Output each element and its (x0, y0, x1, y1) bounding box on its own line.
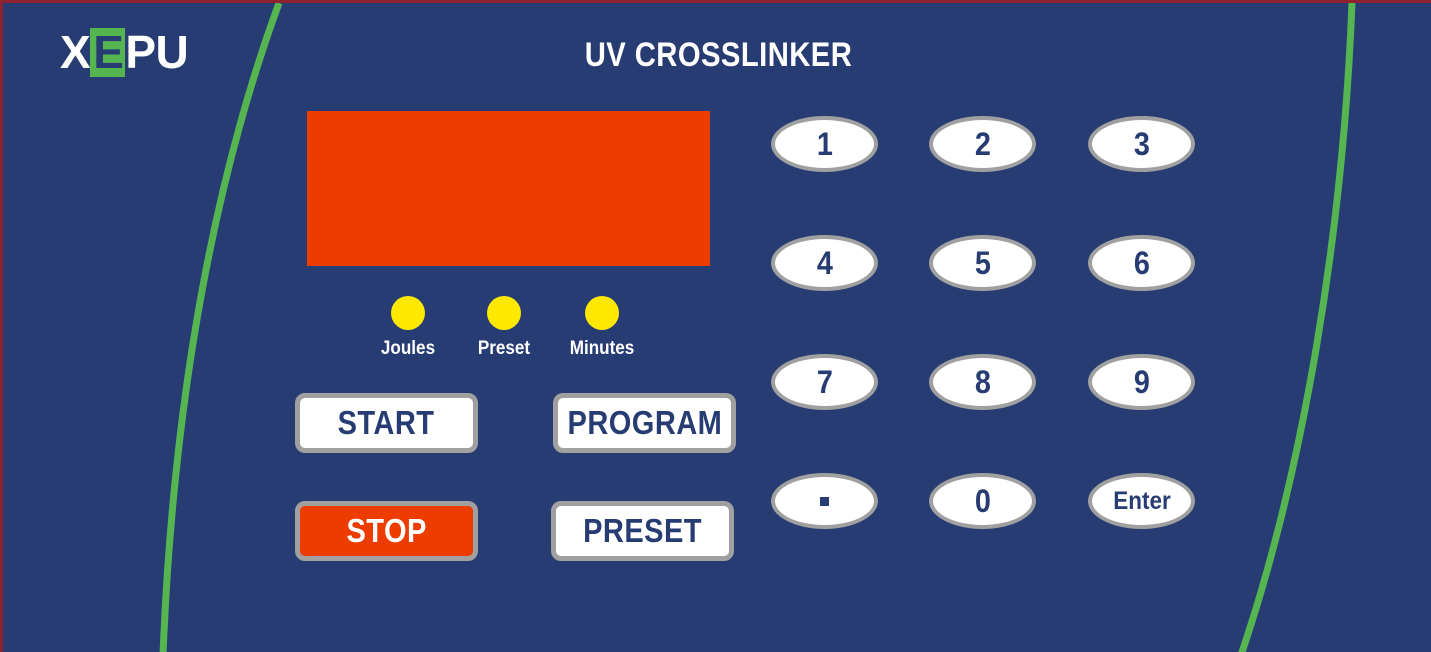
keypad-key-5[interactable]: 5 (929, 235, 1036, 291)
led-indicator-icon (487, 296, 521, 330)
uv-crosslinker-control-panel: X E PU UV CROSSLINKER Joules Preset Minute… (0, 0, 1431, 652)
green-curve-right (1238, 3, 1356, 652)
logo-text-prefix: X (60, 26, 91, 78)
keypad-key-label: 2 (974, 126, 991, 162)
start-button[interactable]: START (295, 393, 478, 453)
preset-button-label: PRESET (583, 512, 702, 549)
keypad-key-decimal[interactable] (771, 473, 878, 529)
page-title: UV CROSSLINKER (584, 36, 853, 74)
keypad-key-label: 6 (1133, 245, 1150, 281)
keypad-key-label: 7 (816, 364, 833, 400)
keypad-key-label: Enter (1112, 486, 1171, 515)
keypad-key-label: 0 (974, 483, 991, 519)
keypad-key-label: 1 (816, 126, 833, 162)
indicator-minutes: Minutes (547, 296, 657, 360)
keypad-key-6[interactable]: 6 (1088, 235, 1195, 291)
keypad-key-1[interactable]: 1 (771, 116, 878, 172)
led-indicator-icon (585, 296, 619, 330)
indicator-label: Joules (380, 338, 436, 359)
keypad-key-label: 9 (1133, 364, 1150, 400)
program-button-label: PROGRAM (567, 404, 722, 441)
numeric-keypad: 1 2 3 4 5 6 7 8 9 0 Enter (771, 116, 1195, 531)
keypad-key-3[interactable]: 3 (1088, 116, 1195, 172)
keypad-key-4[interactable]: 4 (771, 235, 878, 291)
indicator-label: Minutes (569, 338, 635, 359)
stop-button[interactable]: STOP (295, 501, 478, 561)
keypad-key-label: 8 (974, 364, 991, 400)
start-button-label: START (338, 404, 435, 441)
keypad-key-enter[interactable]: Enter (1088, 473, 1195, 529)
led-display-screen (307, 111, 710, 266)
keypad-key-label: 3 (1133, 126, 1150, 162)
indicator-preset: Preset (449, 296, 559, 360)
keypad-key-label: 4 (816, 245, 833, 281)
indicator-label: Preset (477, 338, 531, 359)
keypad-key-8[interactable]: 8 (929, 354, 1036, 410)
led-indicator-icon (391, 296, 425, 330)
keypad-key-label: 5 (974, 245, 991, 281)
indicator-joules: Joules (353, 296, 463, 360)
decimal-point-icon (820, 496, 829, 506)
preset-button[interactable]: PRESET (551, 501, 734, 561)
keypad-key-7[interactable]: 7 (771, 354, 878, 410)
keypad-key-0[interactable]: 0 (929, 473, 1036, 529)
green-curve-left (159, 3, 283, 652)
program-button[interactable]: PROGRAM (553, 393, 736, 453)
stop-button-label: STOP (346, 512, 427, 549)
keypad-key-2[interactable]: 2 (929, 116, 1036, 172)
keypad-key-9[interactable]: 9 (1088, 354, 1195, 410)
